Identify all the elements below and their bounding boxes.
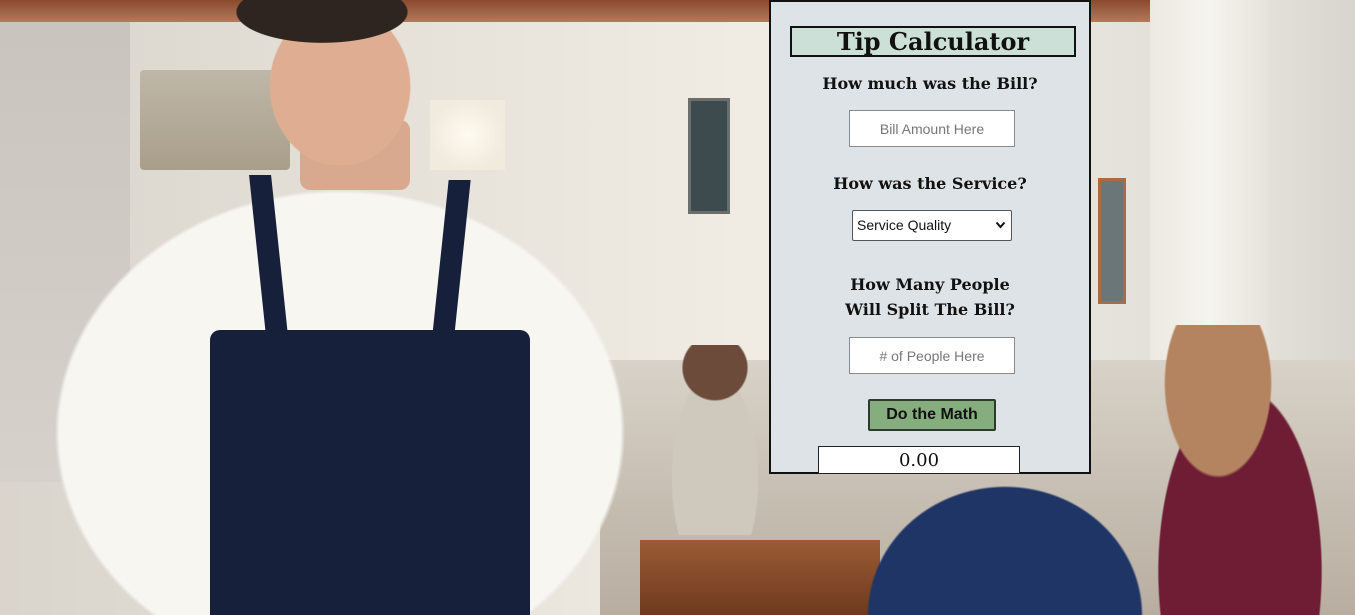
service-quality-select[interactable]: Service Quality — [852, 210, 1012, 241]
wall-picture — [688, 98, 730, 214]
tip-result: 0.00 — [818, 446, 1020, 474]
service-quality-selected: Service Quality — [857, 217, 952, 233]
people-count-input[interactable] — [849, 337, 1015, 374]
diner-man — [850, 470, 1160, 615]
tip-calculator-card: Tip Calculator How much was the Bill? Ho… — [769, 0, 1091, 474]
page-title: Tip Calculator — [790, 26, 1076, 57]
do-the-math-button[interactable]: Do the Math — [868, 399, 996, 431]
diner-woman — [1130, 325, 1350, 615]
waiter-hair — [222, 0, 422, 48]
waiter-apron — [210, 330, 530, 615]
chevron-down-icon — [995, 211, 1006, 252]
service-question-label: How was the Service? — [833, 174, 1027, 193]
people-question-line2: Will Split The Bill? — [845, 300, 1015, 319]
background-diner — [660, 345, 770, 535]
wall-picture — [1098, 178, 1126, 304]
background-photo — [0, 0, 1355, 615]
people-question-label: How Many People Will Split The Bill? — [771, 272, 1089, 322]
table — [640, 540, 880, 615]
bill-amount-input[interactable] — [849, 110, 1015, 147]
bill-question-label: How much was the Bill? — [822, 74, 1038, 93]
people-question-line1: How Many People — [850, 275, 1010, 294]
